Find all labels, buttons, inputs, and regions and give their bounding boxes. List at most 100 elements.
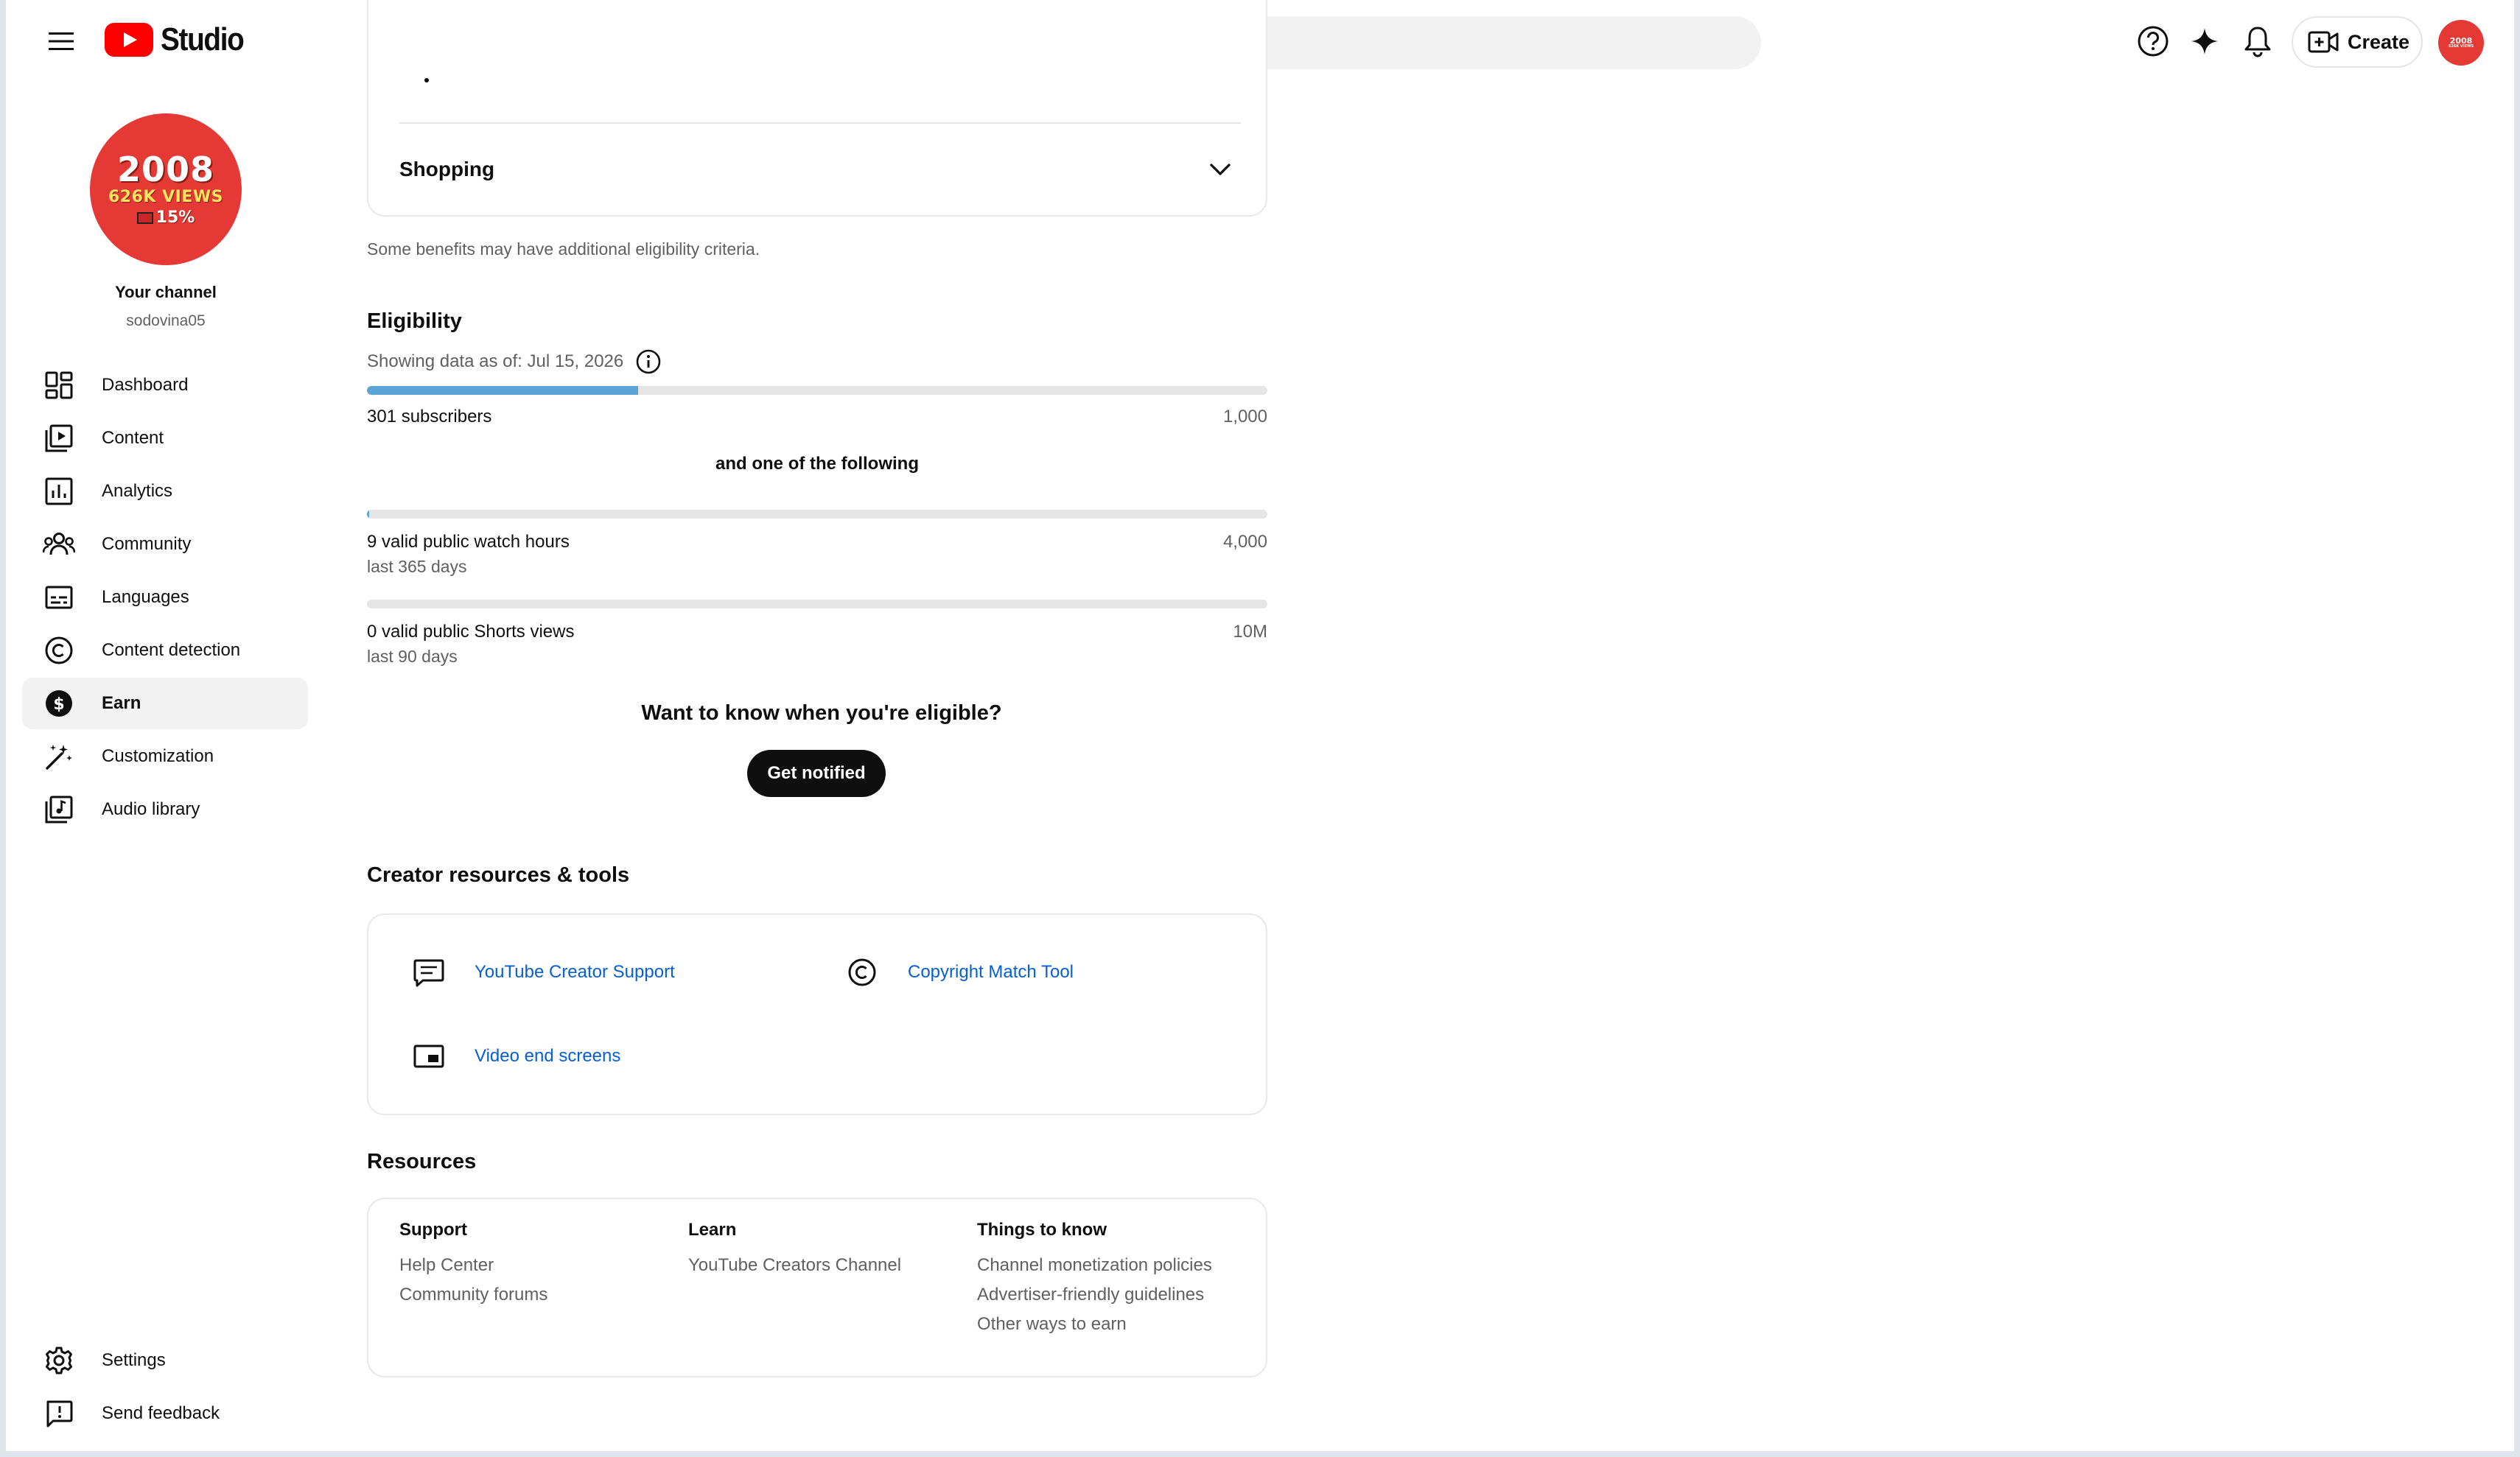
resource-link-help-center[interactable]: Help Center <box>399 1251 547 1280</box>
info-button[interactable] <box>635 348 662 375</box>
resource-link-other-ways-to-earn[interactable]: Other ways to earn <box>977 1310 1212 1339</box>
subtitles-icon <box>45 586 73 609</box>
resources-column-things-to-know: Things to know Channel monetization poli… <box>977 1220 1212 1339</box>
sidebar-item-label: Earn <box>102 693 141 713</box>
sidebar-item-customization[interactable]: Customization <box>22 731 308 782</box>
youtube-play-icon <box>105 23 153 57</box>
subscribers-progress-bar <box>367 386 1267 395</box>
create-label: Create <box>2348 30 2410 53</box>
sidebar-item-label: Languages <box>102 587 189 607</box>
tool-link-label: Video end screens <box>475 1046 621 1066</box>
sidebar-item-label: Settings <box>102 1350 166 1370</box>
sidebar-item-label: Customization <box>102 746 214 766</box>
help-icon <box>2138 26 2169 57</box>
cropped-text <box>421 68 436 87</box>
watch-hours-target: 4,000 <box>1222 532 1267 552</box>
tool-link-end-screens[interactable]: Video end screens <box>411 1039 620 1074</box>
notifications-button[interactable] <box>2239 22 2277 60</box>
benefits-note: Some benefits may have additional eligib… <box>367 239 760 259</box>
dollar-icon: $ <box>46 690 72 717</box>
bell-icon <box>2244 27 2271 57</box>
ai-sparkle-button[interactable] <box>2185 22 2224 60</box>
resource-link-advertiser-guidelines[interactable]: Advertiser-friendly guidelines <box>977 1280 1212 1310</box>
sidebar-item-content[interactable]: Content <box>22 412 308 464</box>
flag-icon <box>136 212 153 224</box>
shorts-views-count: 0 valid public Shorts views <box>367 622 575 642</box>
benefits-card <box>367 0 1267 217</box>
sidebar-item-label: Community <box>102 534 192 554</box>
tool-link-label: YouTube Creator Support <box>475 962 675 982</box>
shorts-views-progress-bar <box>367 600 1267 608</box>
subscribers-target: 1,000 <box>1222 407 1267 426</box>
resource-link-monetization-policies[interactable]: Channel monetization policies <box>977 1251 1212 1280</box>
resources-column-heading: Support <box>399 1220 467 1240</box>
info-icon <box>636 349 661 374</box>
sidebar-item-earn[interactable]: $ Earn <box>22 678 308 729</box>
sidebar-item-dashboard[interactable]: Dashboard <box>22 359 308 411</box>
sidebar-item-audio-library[interactable]: Audio library <box>22 784 308 835</box>
watch-hours-count: 9 valid public watch hours <box>367 532 570 552</box>
tools-section-title: Creator resources & tools <box>367 863 630 887</box>
account-avatar[interactable]: 2008 626K VIEWS <box>2438 20 2484 66</box>
magic-wand-icon <box>46 745 72 770</box>
copyright-icon <box>848 958 876 986</box>
resource-link-community-forums[interactable]: Community forums <box>399 1280 547 1310</box>
hamburger-icon <box>49 32 74 50</box>
community-icon <box>43 533 75 555</box>
one-of-following-label: and one of the following <box>715 454 919 474</box>
resources-section-title: Resources <box>367 1150 477 1173</box>
tool-link-creator-support[interactable]: YouTube Creator Support <box>411 955 675 990</box>
eligibility-prompt: Want to know when you're eligible? <box>641 701 1002 725</box>
end-screen-icon <box>413 1045 444 1068</box>
svg-text:$: $ <box>53 695 64 714</box>
your-channel-label: Your channel <box>115 283 217 301</box>
sidebar-item-label: Dashboard <box>102 375 189 395</box>
tool-link-copyright-match[interactable]: Copyright Match Tool <box>844 955 1074 990</box>
studio-app: Studio Create 2 <box>6 0 2514 1451</box>
watch-hours-progress-fill <box>367 510 369 519</box>
tool-link-label: Copyright Match Tool <box>908 962 1074 982</box>
help-button[interactable] <box>2134 22 2172 60</box>
sidebar-item-settings[interactable]: Settings <box>22 1335 308 1386</box>
shorts-views-period: last 90 days <box>367 647 458 666</box>
avatar-year: 2008 <box>116 150 215 189</box>
avatar-views: 626K VIEWS <box>108 188 223 206</box>
resource-link-creators-channel[interactable]: YouTube Creators Channel <box>688 1251 901 1280</box>
resources-column-heading: Things to know <box>977 1220 1107 1240</box>
channel-avatar[interactable]: 2008 626K VIEWS 15% <box>90 113 242 265</box>
app-name: Studio <box>161 21 245 57</box>
studio-logo[interactable]: Studio <box>105 18 267 62</box>
shopping-expander-label[interactable]: Shopping <box>399 158 494 181</box>
shorts-views-target: 10M <box>1233 622 1267 642</box>
divider <box>399 122 1241 124</box>
sidebar-item-label: Content <box>102 428 164 448</box>
create-video-icon <box>2308 31 2339 53</box>
create-button[interactable]: Create <box>2292 16 2423 68</box>
sidebar-item-community[interactable]: Community <box>22 519 308 570</box>
audio-library-icon <box>45 796 73 824</box>
sidebar-item-content-detection[interactable]: Content detection <box>22 625 308 676</box>
sidebar-item-send-feedback[interactable]: Send feedback <box>22 1388 308 1439</box>
subscribers-count: 301 subscribers <box>367 407 492 426</box>
chevron-down-icon <box>1210 164 1231 175</box>
avatar-percent: 15% <box>136 210 195 226</box>
eligibility-as-of: Showing data as of: Jul 15, 2026 <box>367 348 662 375</box>
resources-column-support: Support Help Center Community forums <box>399 1220 547 1310</box>
sparkle-icon <box>2191 28 2218 55</box>
feedback-icon <box>46 1400 73 1428</box>
watch-hours-progress-bar <box>367 510 1267 519</box>
copyright-icon <box>45 636 73 664</box>
resources-column-learn: Learn YouTube Creators Channel <box>688 1220 901 1280</box>
feedback-message-icon <box>413 959 444 987</box>
get-notified-button[interactable]: Get notified <box>747 750 886 797</box>
eligibility-date-text: Showing data as of: Jul 15, 2026 <box>367 351 624 371</box>
subscribers-progress-fill <box>367 386 638 395</box>
sidebar-item-analytics[interactable]: Analytics <box>22 466 308 517</box>
gear-icon <box>46 1347 72 1375</box>
sidebar-item-label: Send feedback <box>102 1403 220 1423</box>
watch-hours-period: last 365 days <box>367 557 467 576</box>
sidebar-item-label: Analytics <box>102 481 173 501</box>
menu-button[interactable] <box>35 21 87 62</box>
sidebar-item-languages[interactable]: Languages <box>22 572 308 623</box>
shopping-expand-button[interactable] <box>1207 156 1233 183</box>
